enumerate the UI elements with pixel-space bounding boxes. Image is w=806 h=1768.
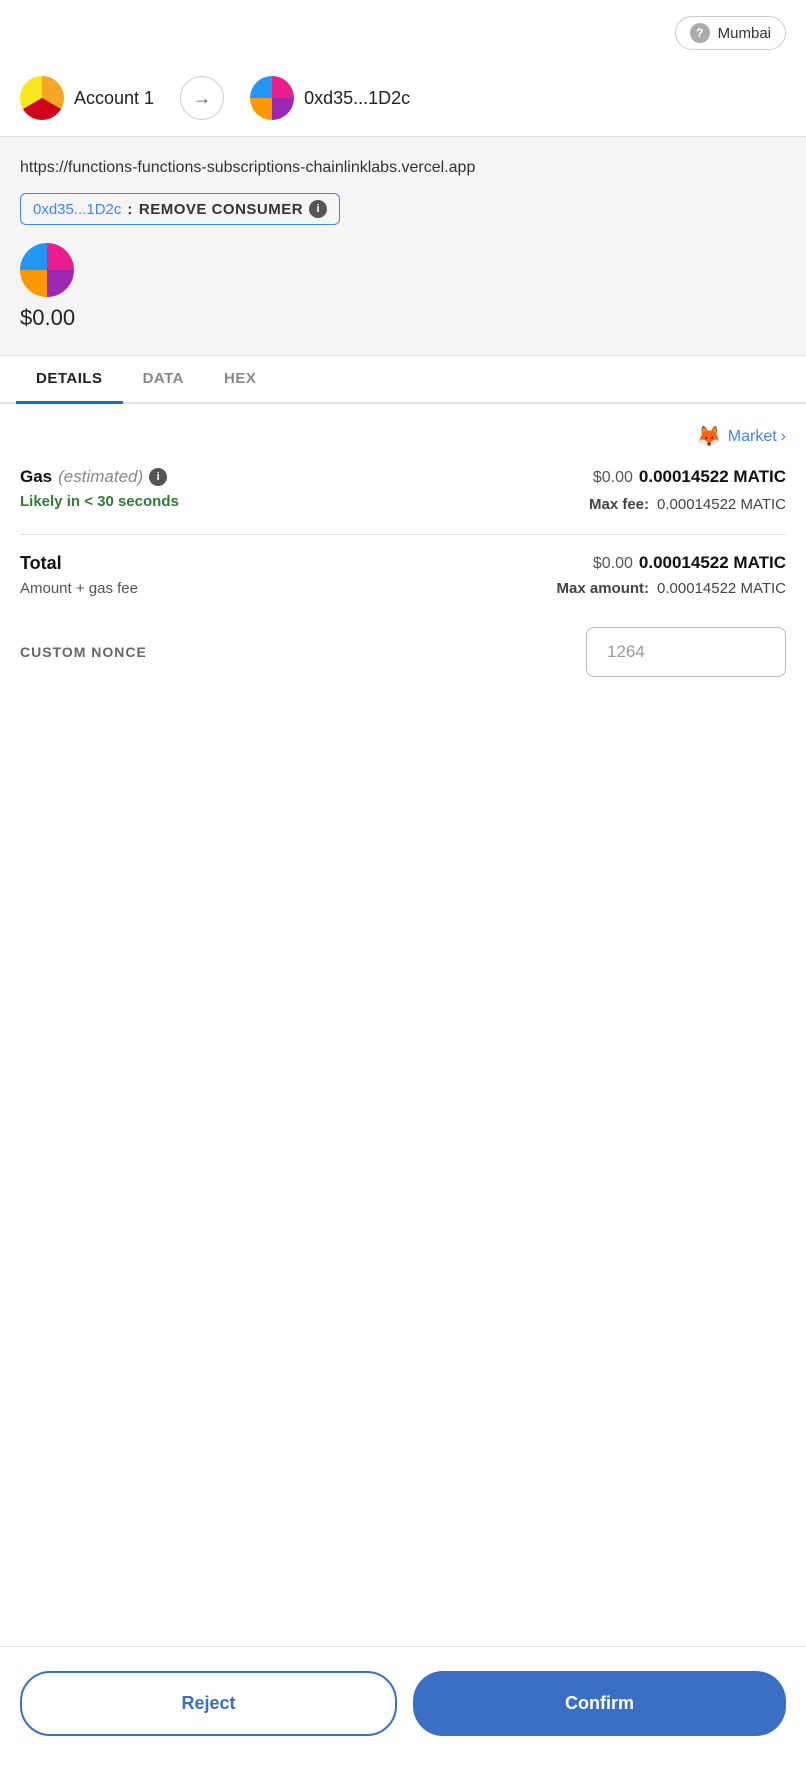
max-amount-row: Max amount: 0.00014522 MATIC <box>557 580 786 597</box>
account-row: Account 1 → 0xd35...1D2c <box>0 60 806 137</box>
network-label: Mumbai <box>718 25 771 42</box>
to-avatar <box>250 76 294 120</box>
tx-action-badge: 0xd35...1D2c : REMOVE CONSUMER i <box>20 193 340 225</box>
gas-label: Gas (estimated) i <box>20 467 167 487</box>
gas-matic: 0.00014522 MATIC <box>639 467 786 487</box>
max-amount-label: Max amount: <box>557 580 650 597</box>
gas-value: $0.00 0.00014522 MATIC <box>593 467 786 487</box>
max-fee-label: Max fee: <box>589 496 649 513</box>
gas-info-icon[interactable]: i <box>149 468 167 486</box>
help-icon: ? <box>690 23 710 43</box>
tx-action-separator: : <box>127 201 133 218</box>
bottom-bar: Reject Confirm <box>0 1646 806 1768</box>
network-badge[interactable]: ? Mumbai <box>675 16 786 50</box>
tab-hex[interactable]: HEX <box>204 356 276 404</box>
market-row: 🦊 Market › <box>20 424 786 449</box>
gas-text: Gas <box>20 467 52 487</box>
total-matic: 0.00014522 MATIC <box>639 553 786 573</box>
tab-details[interactable]: DETAILS <box>16 356 123 404</box>
tab-data[interactable]: DATA <box>123 356 204 404</box>
from-avatar <box>20 76 64 120</box>
nonce-label: CUSTOM NONCE <box>20 644 147 660</box>
total-label: Total <box>20 553 62 574</box>
action-info-icon[interactable]: i <box>309 200 327 218</box>
max-fee-value: 0.00014522 MATIC <box>657 496 786 513</box>
gas-row: Gas (estimated) i $0.00 0.00014522 MATIC <box>20 467 786 487</box>
total-section: Total $0.00 0.00014522 MATIC Amount + ga… <box>20 553 786 597</box>
tx-url: https://functions-functions-subscription… <box>20 157 786 179</box>
divider <box>20 534 786 535</box>
total-value: $0.00 0.00014522 MATIC <box>593 553 786 573</box>
confirm-button[interactable]: Confirm <box>413 1671 786 1736</box>
tx-info-block: https://functions-functions-subscription… <box>0 137 806 356</box>
tx-action-label: REMOVE CONSUMER <box>139 201 303 218</box>
fox-icon: 🦊 <box>697 424 722 449</box>
nonce-section: CUSTOM NONCE <box>20 627 786 677</box>
top-bar: ? Mumbai <box>0 0 806 60</box>
tabs-bar: DETAILS DATA HEX <box>0 356 806 404</box>
market-link[interactable]: Market › <box>728 428 786 446</box>
total-usd: $0.00 <box>593 555 633 573</box>
market-label: Market <box>728 428 777 446</box>
market-chevron-icon: › <box>781 428 786 446</box>
from-account-label: Account 1 <box>74 88 154 109</box>
gas-section: Gas (estimated) i $0.00 0.00014522 MATIC… <box>20 467 786 516</box>
tx-amount: $0.00 <box>20 305 75 331</box>
total-sub-label: Amount + gas fee <box>20 580 138 597</box>
tx-avatar <box>20 243 74 297</box>
gas-usd: $0.00 <box>593 469 633 487</box>
gas-timing: Likely in < 30 seconds <box>20 493 179 510</box>
details-content: 🦊 Market › Gas (estimated) i $0.00 0.000… <box>0 404 806 697</box>
reject-button[interactable]: Reject <box>20 1671 397 1736</box>
tx-avatar-area: $0.00 <box>20 243 786 331</box>
total-row: Total $0.00 0.00014522 MATIC <box>20 553 786 574</box>
max-fee-row: Max fee: 0.00014522 MATIC <box>589 496 786 513</box>
gas-estimated-label: (estimated) <box>58 467 143 487</box>
nonce-input[interactable] <box>586 627 786 677</box>
tx-action-address: 0xd35...1D2c <box>33 201 121 218</box>
max-amount-value: 0.00014522 MATIC <box>657 580 786 597</box>
arrow-button[interactable]: → <box>180 76 224 120</box>
to-address-label: 0xd35...1D2c <box>304 88 410 109</box>
